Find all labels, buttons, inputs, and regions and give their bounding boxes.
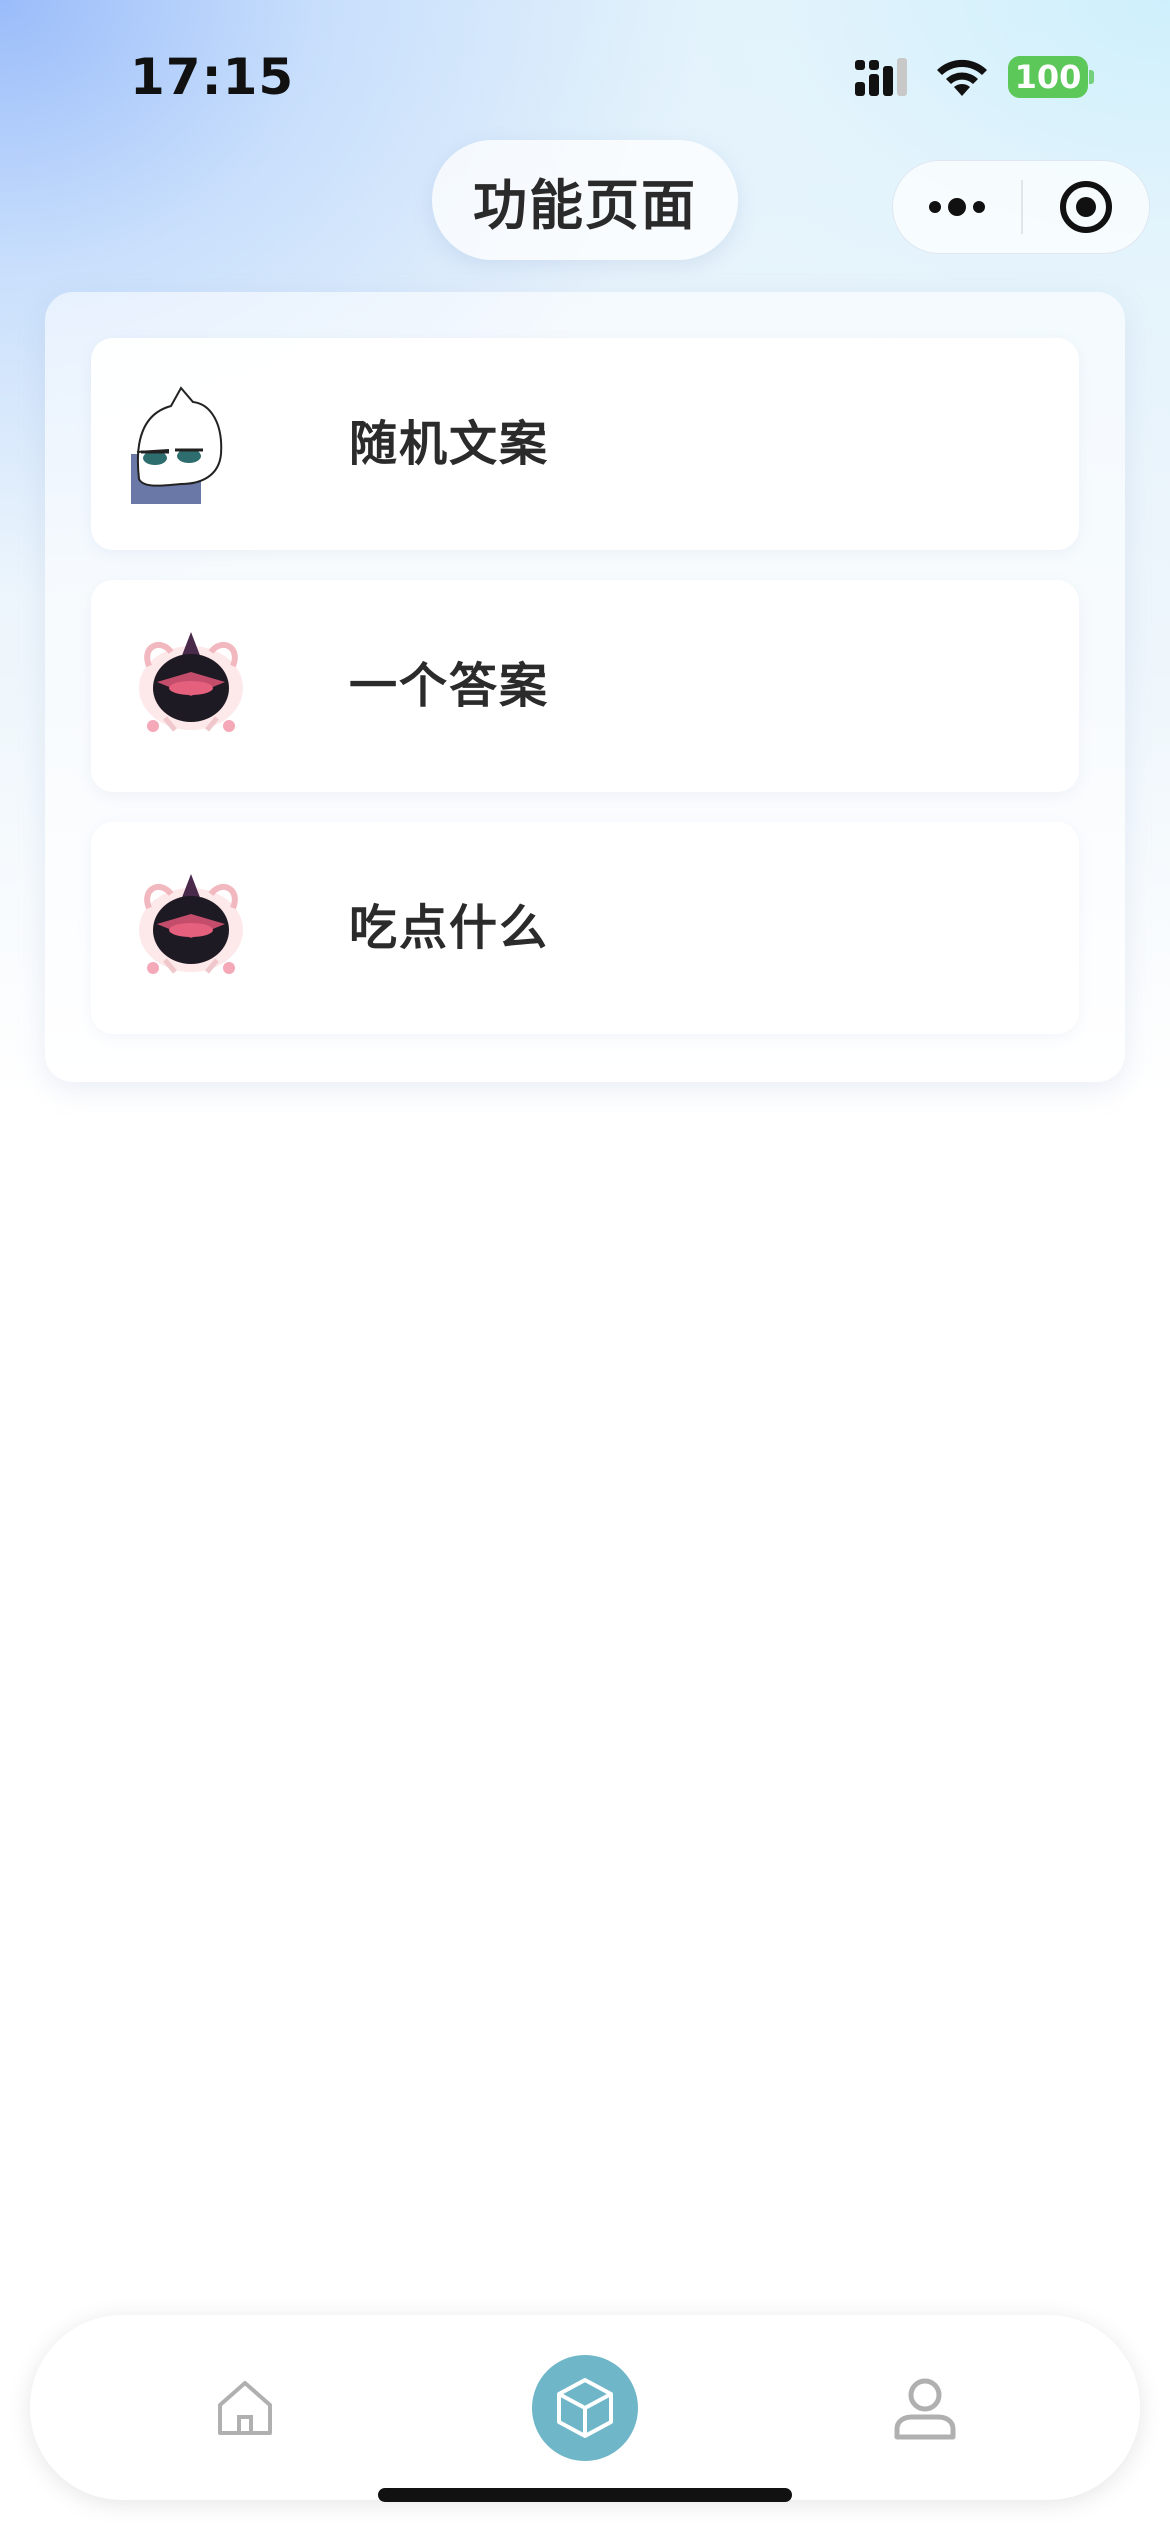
feature-item-one-answer[interactable]: 一个答案 xyxy=(91,580,1079,792)
cube-icon xyxy=(557,2377,613,2438)
tab-functions[interactable] xyxy=(490,2315,680,2500)
feature-label: 随机文案 xyxy=(349,416,550,472)
battery-indicator: 100 xyxy=(1008,56,1088,98)
more-dots-icon xyxy=(929,198,985,216)
battery-tip xyxy=(1089,70,1094,84)
mini-program-capsule xyxy=(892,160,1150,254)
target-icon xyxy=(1060,181,1112,233)
home-icon xyxy=(218,2380,272,2435)
tab-home[interactable] xyxy=(150,2315,340,2500)
close-button[interactable] xyxy=(1023,160,1149,254)
cat-avatar-icon xyxy=(131,386,223,504)
user-icon xyxy=(894,2378,956,2439)
page-title: 功能页面 xyxy=(473,173,697,237)
feature-item-random-copy[interactable]: 随机文案 xyxy=(91,338,1079,550)
cellular-signal-icon xyxy=(855,58,907,96)
bottom-tab-bar xyxy=(30,2315,1140,2500)
feature-label: 一个答案 xyxy=(349,658,550,714)
tab-functions-active-bg xyxy=(532,2354,638,2461)
creature-avatar-icon xyxy=(139,874,243,974)
feature-item-what-to-eat[interactable]: 吃点什么 xyxy=(91,822,1079,1034)
feature-label: 吃点什么 xyxy=(349,900,550,956)
tab-profile[interactable] xyxy=(830,2315,1020,2500)
home-indicator xyxy=(378,2488,792,2502)
page-title-pill: 功能页面 xyxy=(432,140,738,260)
status-bar: 17:15 100 xyxy=(0,0,1170,150)
status-time: 17:15 xyxy=(130,48,295,106)
wifi-icon xyxy=(937,59,987,96)
feature-panel: 随机文案 一个答案 吃点什么 xyxy=(45,292,1125,1082)
more-button[interactable] xyxy=(893,160,1021,254)
creature-avatar-icon xyxy=(139,632,243,732)
